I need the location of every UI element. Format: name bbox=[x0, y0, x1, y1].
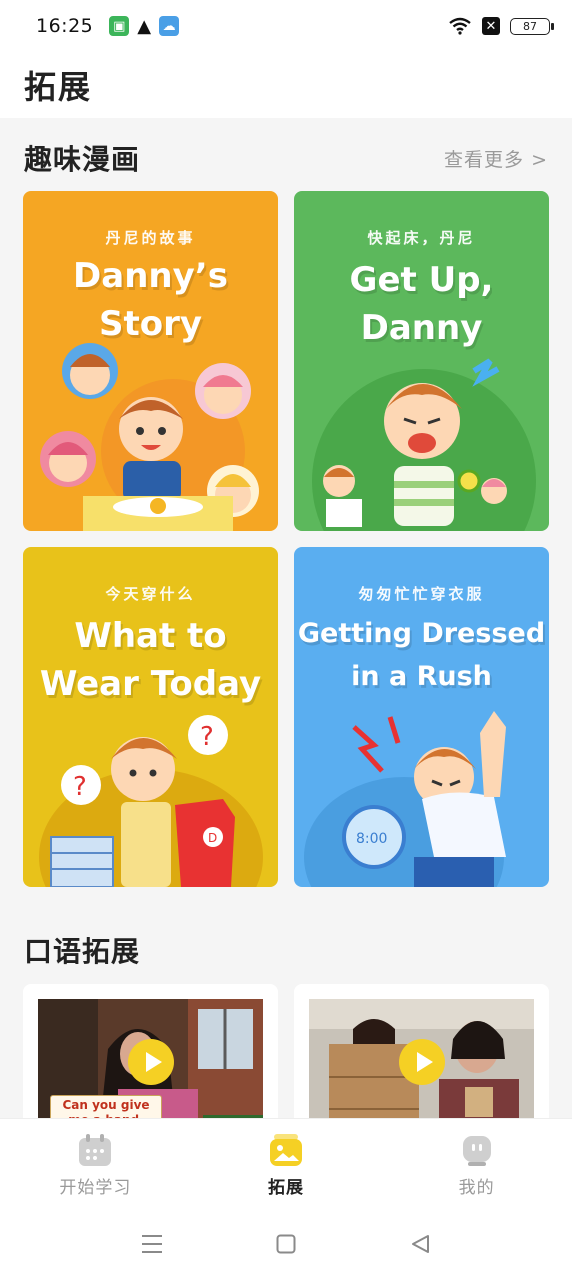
comic-card-getting-dressed[interactable]: 匆匆忙忙穿衣服 Getting Dressed in a Rush 8:00 bbox=[294, 547, 549, 887]
svg-text:D: D bbox=[208, 831, 217, 845]
battery-icon: 87 bbox=[510, 17, 554, 35]
nav-item-extend[interactable]: 拓展 bbox=[191, 1119, 382, 1208]
status-bar: 16:25 ▣ ▲ ☁ ✕ 87 bbox=[0, 0, 572, 52]
comic-cn-title: 快起床，丹尼 bbox=[367, 229, 476, 247]
cloud-icon: ☁ bbox=[159, 16, 180, 36]
comic-illustration bbox=[40, 343, 259, 531]
comic-en-title-line1: Get Up, bbox=[349, 260, 494, 300]
wifi-icon bbox=[449, 17, 471, 35]
nav-label-start-learning: 开始学习 bbox=[59, 1178, 132, 1198]
comic-en-title-line1: What to bbox=[74, 616, 227, 656]
page-title: 拓展 bbox=[24, 68, 93, 106]
view-more-link[interactable]: 查看更多 > bbox=[444, 145, 548, 172]
sim-off-icon: ✕ bbox=[482, 17, 500, 35]
comic-illustration: ? ? D bbox=[39, 715, 263, 887]
comic-card-get-up-danny[interactable]: 快起床，丹尼 Get Up, Danny bbox=[294, 191, 549, 531]
comic-card-dannys-story[interactable]: 丹尼的故事 Danny’s Story bbox=[23, 191, 278, 531]
comics-section-title: 趣味漫画 bbox=[24, 143, 141, 176]
menu-icon[interactable] bbox=[140, 1232, 164, 1256]
play-button[interactable] bbox=[128, 1039, 174, 1085]
app-icon: ▣ bbox=[109, 16, 130, 36]
oral-section-title: 口语拓展 bbox=[24, 935, 141, 968]
warning-icon: ▲ bbox=[137, 15, 152, 37]
svg-text:?: ? bbox=[73, 772, 87, 802]
nav-item-mine[interactable]: 我的 bbox=[381, 1119, 572, 1208]
comic-illustration: 8:00 bbox=[304, 711, 506, 887]
nav-item-start-learning[interactable]: 开始学习 bbox=[0, 1119, 191, 1208]
comic-card-what-to-wear[interactable]: 今天穿什么 What to Wear Today ? ? D bbox=[23, 547, 278, 887]
calendar-icon bbox=[79, 1134, 112, 1166]
oral-section-header: 口语拓展 bbox=[24, 930, 548, 970]
nav-label-mine: 我的 bbox=[458, 1178, 495, 1198]
comic-cn-title: 丹尼的故事 bbox=[105, 229, 196, 247]
clock: 16:25 bbox=[36, 15, 94, 37]
nav-label-extend: 拓展 bbox=[268, 1178, 304, 1198]
comic-illustration bbox=[312, 358, 536, 531]
comics-section-header: 趣味漫画 查看更多 > bbox=[24, 138, 548, 178]
robot-icon bbox=[462, 1136, 491, 1166]
comic-en-title-line1: Getting Dressed bbox=[297, 618, 546, 649]
picture-icon bbox=[270, 1134, 302, 1166]
back-icon[interactable] bbox=[408, 1232, 432, 1256]
bottom-navigation: 开始学习 拓展 我的 bbox=[0, 1118, 572, 1208]
comic-en-title-line1: Danny’s bbox=[73, 256, 228, 296]
svg-text:?: ? bbox=[200, 722, 214, 752]
svg-text:8:00: 8:00 bbox=[356, 831, 387, 847]
comic-cn-title: 今天穿什么 bbox=[105, 585, 196, 603]
app-header: 拓展 bbox=[0, 52, 572, 118]
home-icon[interactable] bbox=[274, 1232, 298, 1256]
play-button[interactable] bbox=[399, 1039, 445, 1085]
system-navigation-bar bbox=[0, 1208, 572, 1280]
comic-cn-title: 匆匆忙忙穿衣服 bbox=[358, 585, 485, 603]
